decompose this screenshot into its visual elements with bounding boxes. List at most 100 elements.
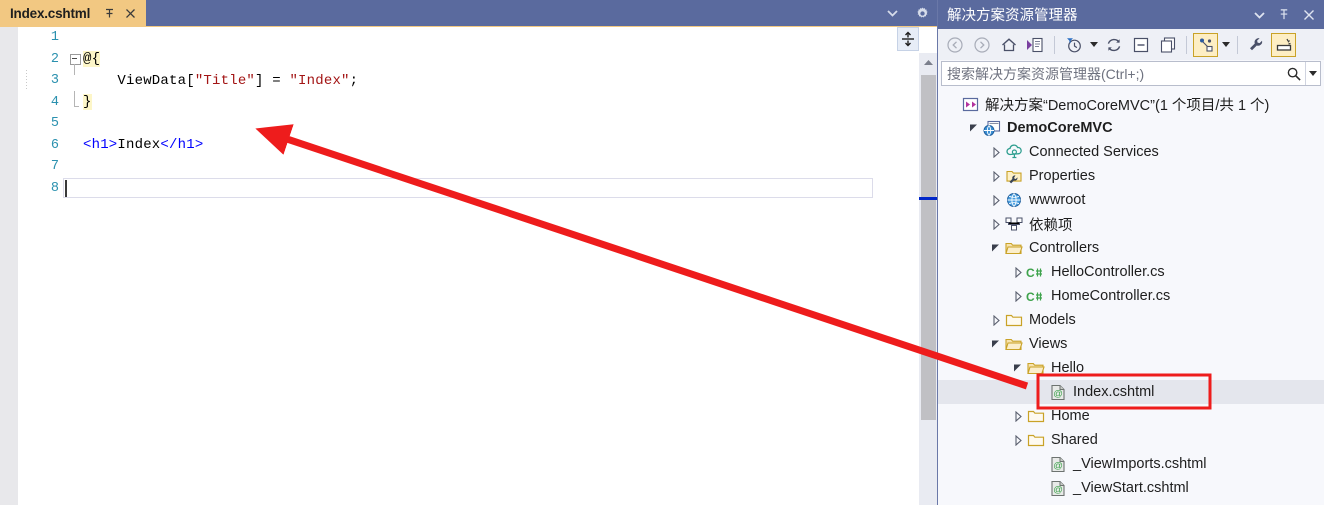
- chevron-right-icon[interactable]: [1010, 404, 1026, 428]
- code-token: }: [83, 94, 92, 111]
- tree-item-wwwroot[interactable]: wwwroot: [938, 188, 1324, 212]
- home-icon[interactable]: [996, 33, 1021, 57]
- sync-document-icon[interactable]: [1023, 33, 1048, 57]
- refresh-icon[interactable]: [1101, 33, 1126, 57]
- tree-item-homecontroller.cs[interactable]: C HomeController.cs: [938, 284, 1324, 308]
- tree-item-home[interactable]: Home: [938, 404, 1324, 428]
- cshtml-file-icon: @: [1048, 476, 1068, 500]
- tree-item-connected-services[interactable]: Connected Services: [938, 140, 1324, 164]
- svg-text:@: @: [1053, 388, 1063, 399]
- close-icon[interactable]: [1302, 8, 1316, 22]
- chevron-right-icon[interactable]: [988, 164, 1004, 188]
- tree-item-properties[interactable]: Properties: [938, 164, 1324, 188]
- chevron-right-icon[interactable]: [1010, 260, 1026, 284]
- search-icon[interactable]: [1283, 62, 1305, 85]
- forward-arrow-icon[interactable]: [969, 33, 994, 57]
- svg-text:@: @: [1053, 460, 1063, 471]
- tree-item-label: DemoCoreMVC: [1007, 120, 1113, 136]
- chevron-down-icon[interactable]: [988, 236, 1004, 260]
- tree-item-label: Shared: [1051, 432, 1098, 448]
- folder-open-icon: [1004, 332, 1024, 356]
- tree-item-label: Connected Services: [1029, 144, 1159, 160]
- scroll-up-arrow-icon[interactable]: [919, 53, 938, 71]
- chevron-down-icon[interactable]: [1088, 33, 1099, 57]
- solution-explorer-toolbar: [938, 29, 1324, 60]
- wrench-icon[interactable]: [1244, 33, 1269, 57]
- tree-item-label: Controllers: [1029, 240, 1100, 256]
- chevron-right-icon[interactable]: [988, 308, 1004, 332]
- cshtml-file-icon: @: [1048, 380, 1068, 404]
- tree-item-hellocontroller.cs[interactable]: C HelloController.cs: [938, 260, 1324, 284]
- code-text: @{: [83, 51, 901, 68]
- close-icon[interactable]: [121, 5, 139, 23]
- indicator-margin[interactable]: [0, 27, 19, 505]
- solution-explorer-search-box[interactable]: [941, 61, 1321, 86]
- chevron-right-icon[interactable]: [988, 140, 1004, 164]
- back-arrow-icon[interactable]: [942, 33, 967, 57]
- vertical-scrollbar[interactable]: [919, 53, 938, 505]
- code-line[interactable]: 4}: [19, 91, 901, 114]
- pin-icon[interactable]: [1277, 8, 1291, 22]
- collapse-region-icon[interactable]: [69, 53, 81, 65]
- tree-item-democoremvc[interactable]: DemoCoreMVC: [938, 116, 1324, 140]
- chevron-right-icon[interactable]: [988, 212, 1004, 236]
- chevron-right-icon[interactable]: [988, 188, 1004, 212]
- tree-item-_viewimports.cshtml[interactable]: @ _ViewImports.cshtml: [938, 452, 1324, 476]
- collapse-all-icon[interactable]: [1128, 33, 1153, 57]
- code-line[interactable]: 7: [19, 156, 901, 178]
- tree-item-models[interactable]: Models: [938, 308, 1324, 332]
- code-token: </h1>: [160, 137, 204, 154]
- code-token: ] =: [255, 72, 290, 89]
- show-all-files-icon[interactable]: [1155, 33, 1180, 57]
- tree-item-[interactable]: 依赖项: [938, 212, 1324, 236]
- tree-item-views[interactable]: Views: [938, 332, 1324, 356]
- tree-item-_viewstart.cshtml[interactable]: @ _ViewStart.cshtml: [938, 476, 1324, 500]
- tree-item-label: Models: [1029, 312, 1076, 328]
- code-token: "Index": [289, 72, 350, 89]
- chevron-down-icon[interactable]: [884, 5, 900, 21]
- document-tab-index-cshtml[interactable]: Index.cshtml: [0, 0, 147, 26]
- dependencies-icon: [1004, 212, 1024, 236]
- folder-open-icon: [1004, 236, 1024, 260]
- tree-item-controllers[interactable]: Controllers: [938, 236, 1324, 260]
- chevron-right-icon[interactable]: [1010, 428, 1026, 452]
- chevron-down-icon[interactable]: [1252, 8, 1266, 22]
- chevron-down-icon[interactable]: [1220, 33, 1231, 57]
- clock-filter-icon[interactable]: [1061, 33, 1086, 57]
- code-line[interactable]: 1: [19, 27, 901, 49]
- svg-text:C: C: [1026, 266, 1035, 280]
- code-token: ViewData[: [83, 72, 195, 89]
- tree-item-label: 依赖项: [1029, 217, 1073, 234]
- code-line[interactable]: 3 ViewData["Title"] = "Index";: [19, 70, 901, 92]
- tree-item-shared[interactable]: Shared: [938, 428, 1324, 452]
- code-editor-pane: Index.cshtml 1 2 @{3 ViewData["Title"] …: [0, 0, 938, 505]
- code-line[interactable]: 8: [19, 178, 901, 200]
- code-line[interactable]: 5: [19, 113, 901, 135]
- chevron-down-icon[interactable]: [966, 116, 982, 140]
- scrollbar-thumb[interactable]: [921, 75, 936, 420]
- solution-explorer-window-controls: [1252, 8, 1316, 22]
- chevron-right-icon[interactable]: [1010, 284, 1026, 308]
- tree-item-hello[interactable]: Hello: [938, 356, 1324, 380]
- solution-tree[interactable]: 解决方案“DemoCoreMVC”(1 个项目/共 1 个) DemoCoreMV…: [938, 92, 1324, 505]
- code-surface[interactable]: 1 2 @{ 3 ViewData["Title"] = "Index"; 4} 5 6 <h…: [19, 27, 901, 505]
- line-number: 2: [50, 51, 59, 67]
- code-token: "Title": [194, 72, 256, 89]
- chevron-down-icon[interactable]: [1010, 356, 1026, 380]
- search-input[interactable]: [942, 65, 1283, 82]
- chevron-down-icon[interactable]: [988, 332, 1004, 356]
- code-text: ViewData["Title"] = "Index";: [26, 70, 901, 91]
- chevron-down-icon[interactable]: [1305, 62, 1320, 85]
- gear-icon[interactable]: [914, 5, 930, 21]
- preview-window-icon[interactable]: [1271, 32, 1296, 57]
- pin-icon[interactable]: [100, 5, 118, 23]
- tree-item-label: HomeController.cs: [1051, 288, 1171, 304]
- tree-item-democoremvc-1-1[interactable]: 解决方案“DemoCoreMVC”(1 个项目/共 1 个): [938, 92, 1324, 116]
- tree-item-label: Views: [1029, 336, 1068, 352]
- split-view-icon[interactable]: [897, 27, 919, 51]
- code-line[interactable]: 6 <h1>Index</h1>: [19, 135, 901, 157]
- code-line[interactable]: 2 @{: [19, 49, 901, 75]
- class-view-icon[interactable]: [1193, 32, 1218, 57]
- outlining-margin[interactable]: [67, 53, 83, 75]
- tree-item-index.cshtml[interactable]: @ Index.cshtml: [938, 380, 1324, 404]
